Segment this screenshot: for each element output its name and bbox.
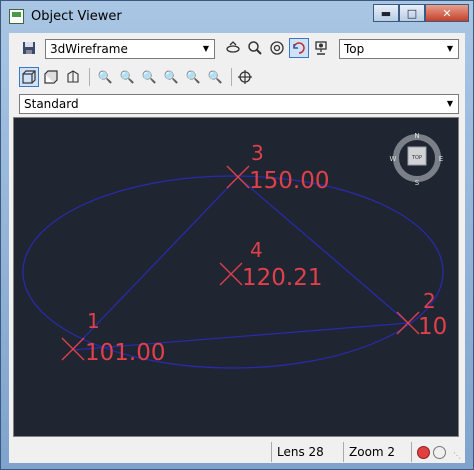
- visual-style-select[interactable]: 3dWireframe ▼: [45, 39, 215, 59]
- save-button[interactable]: [19, 38, 39, 58]
- point-id-label: 3: [251, 141, 264, 165]
- point-id-label: 2: [423, 289, 436, 313]
- compass-east: E: [439, 155, 443, 163]
- client-area: 3dWireframe ▼ Top ▼ 🔍 🔍 🔍 🔍 🔍 🔍 Standard…: [9, 33, 465, 463]
- status-divider: [343, 442, 344, 462]
- point-id-label: 4: [250, 238, 263, 262]
- drawing-canvas: 1 101.00 2 10 3 150.00 4 120.21 TOP N S …: [22, 132, 447, 369]
- point-value-label: 101.00: [85, 340, 165, 366]
- zoom-status: Zoom 2: [349, 445, 396, 459]
- zoom-extents-icon: 🔍: [207, 70, 223, 84]
- toolbar-main: 3dWireframe ▼ Top ▼: [9, 33, 465, 63]
- toolbar-zoom: 🔍 🔍 🔍 🔍 🔍 🔍: [9, 63, 465, 91]
- status-bar: Lens 28 Zoom 2 ⋱: [9, 439, 465, 463]
- toolbar-plot-style: Standard ▼: [9, 91, 465, 117]
- box-icon: [44, 70, 58, 84]
- minimize-icon: ▬: [380, 6, 392, 20]
- app-icon: [9, 9, 24, 24]
- point-marker[interactable]: [226, 165, 250, 189]
- view-cube-button[interactable]: [19, 67, 39, 87]
- toolbar-separator: [89, 68, 90, 86]
- triangle-linework: [71, 176, 410, 351]
- point-id-label: 1: [87, 309, 100, 333]
- zoom-out-button[interactable]: 🔍: [183, 67, 203, 87]
- compass-west: W: [390, 155, 397, 163]
- close-button[interactable]: ✕: [425, 4, 469, 22]
- object-viewer-window: Object Viewer ▬ □ ✕ 3dWireframe ▼ Top ▼ …: [0, 0, 474, 470]
- status-divider: [271, 442, 272, 462]
- shaded-cube-button[interactable]: [41, 67, 61, 87]
- minimize-button[interactable]: ▬: [373, 4, 399, 22]
- zoom-realtime-button[interactable]: [245, 38, 265, 58]
- snap-crosshair-button[interactable]: [235, 67, 255, 87]
- target-icon: [270, 41, 284, 55]
- chevron-down-icon: ▼: [202, 44, 210, 53]
- camera-button[interactable]: [311, 38, 331, 58]
- free-orbit-button[interactable]: [289, 38, 309, 58]
- point-marker[interactable]: [396, 311, 420, 335]
- resize-grip-icon[interactable]: ⋱: [453, 451, 463, 461]
- zoom-window-button[interactable]: 🔍: [95, 67, 115, 87]
- zoom-dynamic-icon: 🔍: [119, 70, 135, 84]
- camera-icon: [315, 41, 327, 55]
- point-value-label: 10: [418, 314, 447, 340]
- zoom-in-icon: 🔍: [163, 70, 179, 84]
- title-bar[interactable]: Object Viewer ▬ □ ✕: [1, 1, 473, 33]
- compass-south: S: [415, 179, 420, 187]
- zoom-window-icon: 🔍: [97, 70, 113, 84]
- maximize-button[interactable]: □: [399, 4, 425, 22]
- ucs-button[interactable]: [63, 67, 83, 87]
- compass-north: N: [414, 132, 419, 140]
- pan-button[interactable]: [267, 38, 287, 58]
- view-cube-face-label: TOP: [411, 155, 422, 161]
- rotate-icon: [293, 42, 305, 54]
- lens-status: Lens 28: [277, 445, 324, 459]
- maximize-icon: □: [406, 6, 418, 20]
- view-select[interactable]: Top ▼: [339, 39, 459, 59]
- chevron-down-icon: ▼: [446, 44, 454, 53]
- close-icon: ✕: [442, 6, 452, 20]
- cube-icon: [22, 70, 36, 84]
- red-status-indicator[interactable]: [417, 446, 430, 459]
- drawing-viewport[interactable]: 1 101.00 2 10 3 150.00 4 120.21 TOP N S …: [13, 117, 459, 437]
- point-value-label: 120.21: [242, 265, 322, 291]
- ucs-icon: [67, 70, 79, 83]
- zoom-out-icon: 🔍: [185, 70, 201, 84]
- chevron-down-icon: ▼: [446, 99, 454, 108]
- view-cube[interactable]: TOP N S E W: [390, 132, 444, 187]
- point-value-label: 150.00: [249, 168, 329, 194]
- point-marker[interactable]: [219, 262, 243, 286]
- window-title: Object Viewer: [31, 9, 122, 24]
- gray-status-indicator[interactable]: [433, 446, 446, 459]
- plot-style-select[interactable]: Standard ▼: [19, 94, 459, 114]
- toolbar-separator: [231, 68, 232, 86]
- crosshair-icon: [238, 70, 252, 84]
- window-controls: ▬ □ ✕: [373, 4, 469, 22]
- zoom-dynamic-button[interactable]: 🔍: [117, 67, 137, 87]
- view-value: Top: [344, 42, 365, 56]
- zoom-scale-button[interactable]: 🔍: [139, 67, 159, 87]
- zoom-scale-icon: 🔍: [141, 70, 157, 84]
- orbit-button[interactable]: [223, 38, 243, 58]
- orbit-icon: [226, 41, 240, 53]
- zoom-in-button[interactable]: 🔍: [161, 67, 181, 87]
- status-divider: [411, 442, 412, 462]
- save-icon: [23, 42, 35, 54]
- visual-style-value: 3dWireframe: [50, 42, 128, 56]
- zoom-extents-button[interactable]: 🔍: [205, 67, 225, 87]
- magnifier-icon: [248, 41, 262, 55]
- plot-style-value: Standard: [24, 97, 79, 111]
